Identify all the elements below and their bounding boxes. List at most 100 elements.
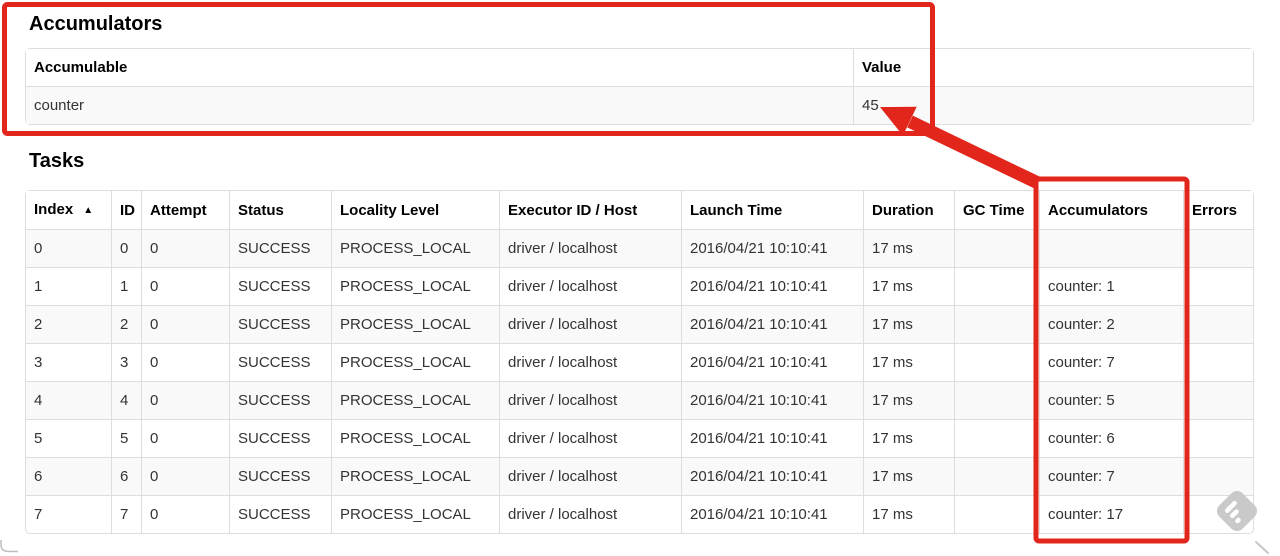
task-cell-id: 2: [111, 305, 141, 343]
spark-stage-page: { "annotation_color": "#e3261b", "waterm…: [0, 0, 1280, 556]
column-header-gc-time[interactable]: GC Time: [954, 191, 1039, 229]
task-row: 5 5 0 SUCCESS PROCESS_LOCAL driver / localhos…: [26, 419, 1253, 457]
task-cell-errors: [1183, 229, 1253, 267]
task-row: 7 7 0 SUCCESS PROCESS_LOCAL driver / localhos…: [26, 495, 1253, 533]
column-header-executor-id-host[interactable]: Executor ID / Host: [499, 191, 681, 229]
annotation-arrow-shaft: [907, 115, 1041, 189]
task-cell-accumulators: counter: 6: [1039, 419, 1183, 457]
task-cell-status: SUCCESS: [229, 495, 331, 533]
task-cell-duration: 17 ms: [863, 419, 954, 457]
task-cell-executor-id-host: driver / localhost: [499, 305, 681, 343]
task-cell-locality-level: PROCESS_LOCAL: [331, 305, 499, 343]
task-cell-locality-level: PROCESS_LOCAL: [331, 229, 499, 267]
task-cell-gc-time: [954, 419, 1039, 457]
task-cell-status: SUCCESS: [229, 305, 331, 343]
task-cell-errors: [1183, 267, 1253, 305]
window-corner-bottom-left: [0, 540, 18, 553]
task-cell-duration: 17 ms: [863, 381, 954, 419]
task-cell-launch-time: 2016/04/21 10:10:41: [681, 267, 863, 305]
task-cell-accumulators: counter: 7: [1039, 457, 1183, 495]
task-cell-status: SUCCESS: [229, 457, 331, 495]
task-cell-gc-time: [954, 457, 1039, 495]
task-cell-accumulators: counter: 7: [1039, 343, 1183, 381]
accumulators-table: Accumulable Value counter 45: [25, 48, 1254, 125]
task-cell-index: 3: [26, 343, 111, 381]
task-cell-attempt: 0: [141, 381, 229, 419]
task-cell-locality-level: PROCESS_LOCAL: [331, 495, 499, 533]
task-cell-errors: [1183, 495, 1253, 533]
task-cell-status: SUCCESS: [229, 343, 331, 381]
task-cell-accumulators: counter: 2: [1039, 305, 1183, 343]
task-cell-gc-time: [954, 229, 1039, 267]
task-cell-index: 1: [26, 267, 111, 305]
task-cell-index: 6: [26, 457, 111, 495]
task-cell-gc-time: [954, 267, 1039, 305]
task-cell-gc-time: [954, 381, 1039, 419]
task-row: 0 0 0 SUCCESS PROCESS_LOCAL driver / localhos…: [26, 229, 1253, 267]
column-header-id[interactable]: ID: [111, 191, 141, 229]
task-cell-attempt: 0: [141, 229, 229, 267]
task-cell-accumulators: counter: 1: [1039, 267, 1183, 305]
task-cell-launch-time: 2016/04/21 10:10:41: [681, 305, 863, 343]
tasks-heading: Tasks: [29, 150, 85, 172]
task-row: 1 1 0 SUCCESS PROCESS_LOCAL driver / localhos…: [26, 267, 1253, 305]
task-cell-locality-level: PROCESS_LOCAL: [331, 267, 499, 305]
accumulable-value-cell: 45: [853, 86, 1253, 124]
task-cell-launch-time: 2016/04/21 10:10:41: [681, 457, 863, 495]
task-cell-id: 6: [111, 457, 141, 495]
task-cell-errors: [1183, 381, 1253, 419]
task-cell-accumulators: [1039, 229, 1183, 267]
window-corner-bottom-right: [1255, 541, 1269, 554]
task-cell-index: 2: [26, 305, 111, 343]
task-cell-launch-time: 2016/04/21 10:10:41: [681, 229, 863, 267]
task-cell-index: 4: [26, 381, 111, 419]
task-cell-launch-time: 2016/04/21 10:10:41: [681, 419, 863, 457]
column-header-status[interactable]: Status: [229, 191, 331, 229]
task-cell-gc-time: [954, 343, 1039, 381]
task-cell-id: 3: [111, 343, 141, 381]
task-cell-gc-time: [954, 305, 1039, 343]
task-cell-duration: 17 ms: [863, 305, 954, 343]
column-header-accumulators[interactable]: Accumulators: [1039, 191, 1183, 229]
column-header-launch-time[interactable]: Launch Time: [681, 191, 863, 229]
task-cell-errors: [1183, 305, 1253, 343]
task-cell-attempt: 0: [141, 457, 229, 495]
task-cell-id: 5: [111, 419, 141, 457]
column-header-attempt[interactable]: Attempt: [141, 191, 229, 229]
task-cell-id: 4: [111, 381, 141, 419]
accumulators-header-row: Accumulable Value: [26, 49, 1253, 86]
task-cell-duration: 17 ms: [863, 343, 954, 381]
column-header-locality-level[interactable]: Locality Level: [331, 191, 499, 229]
task-cell-attempt: 0: [141, 267, 229, 305]
accumulable-name-cell: counter: [26, 86, 853, 124]
task-cell-locality-level: PROCESS_LOCAL: [331, 343, 499, 381]
accumulator-row: counter 45: [26, 86, 1253, 124]
tasks-table: Index ▲ ID Attempt Status Locality Level …: [25, 190, 1254, 534]
column-header-duration[interactable]: Duration: [863, 191, 954, 229]
task-cell-executor-id-host: driver / localhost: [499, 381, 681, 419]
task-row: 3 3 0 SUCCESS PROCESS_LOCAL driver / localhos…: [26, 343, 1253, 381]
task-cell-executor-id-host: driver / localhost: [499, 495, 681, 533]
tasks-header-row: Index ▲ ID Attempt Status Locality Level …: [26, 191, 1253, 229]
task-row: 6 6 0 SUCCESS PROCESS_LOCAL driver / localhos…: [26, 457, 1253, 495]
task-cell-duration: 17 ms: [863, 495, 954, 533]
task-cell-accumulators: counter: 5: [1039, 381, 1183, 419]
task-cell-duration: 17 ms: [863, 267, 954, 305]
accumulable-column-header: Accumulable: [26, 49, 853, 86]
task-cell-attempt: 0: [141, 419, 229, 457]
task-cell-attempt: 0: [141, 305, 229, 343]
task-cell-status: SUCCESS: [229, 229, 331, 267]
column-header-errors[interactable]: Errors: [1183, 191, 1253, 229]
task-row: 2 2 0 SUCCESS PROCESS_LOCAL driver / localhos…: [26, 305, 1253, 343]
task-cell-accumulators: counter: 17: [1039, 495, 1183, 533]
task-cell-executor-id-host: driver / localhost: [499, 343, 681, 381]
task-cell-attempt: 0: [141, 343, 229, 381]
task-cell-index: 7: [26, 495, 111, 533]
sort-ascending-icon: ▲: [83, 205, 94, 216]
task-cell-executor-id-host: driver / localhost: [499, 419, 681, 457]
value-column-header: Value: [853, 49, 1253, 86]
task-cell-index: 5: [26, 419, 111, 457]
task-row: 4 4 0 SUCCESS PROCESS_LOCAL driver / localhos…: [26, 381, 1253, 419]
task-cell-duration: 17 ms: [863, 457, 954, 495]
column-header-index[interactable]: Index ▲: [26, 191, 111, 229]
